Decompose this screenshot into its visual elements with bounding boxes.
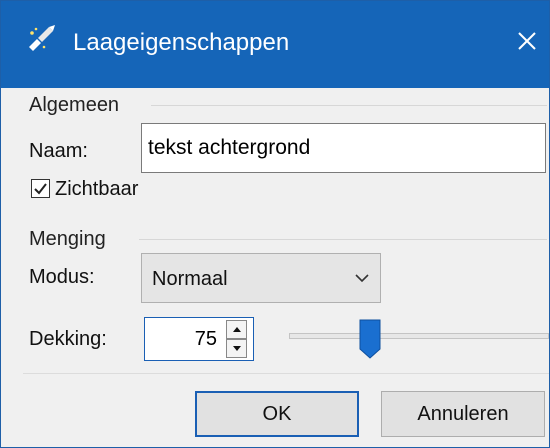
- chevron-down-icon: [355, 274, 369, 283]
- opacity-increment-button[interactable]: [226, 320, 247, 339]
- blending-section-divider: [139, 239, 547, 240]
- opacity-value: 75: [194, 328, 217, 350]
- button-row-divider: [23, 373, 549, 374]
- close-button[interactable]: [509, 21, 545, 61]
- mode-label: Modus:: [29, 266, 95, 288]
- visible-checkbox[interactable]: [31, 179, 50, 198]
- dialog-title: Laageigenschappen: [73, 29, 290, 56]
- general-section-divider: [151, 105, 547, 106]
- blending-section-label: Menging: [29, 228, 106, 250]
- ok-button[interactable]: OK: [195, 391, 359, 437]
- visible-label[interactable]: Zichtbaar: [55, 177, 138, 201]
- close-icon: [518, 32, 536, 50]
- title-bar[interactable]: Laageigenschappen: [1, 1, 549, 88]
- opacity-spinbox[interactable]: 75: [144, 317, 254, 361]
- opacity-label: Dekking:: [29, 328, 107, 350]
- opacity-decrement-button[interactable]: [226, 339, 247, 358]
- arrow-down-icon: [232, 346, 241, 351]
- arrow-up-icon: [232, 327, 241, 332]
- opacity-slider-thumb[interactable]: [359, 319, 381, 359]
- checkmark-icon: [34, 183, 47, 195]
- cancel-button[interactable]: Annuleren: [381, 391, 545, 437]
- opacity-slider-track[interactable]: [289, 333, 549, 339]
- general-section-label: Algemeen: [29, 94, 120, 116]
- mode-selected-value: Normaal: [152, 268, 228, 290]
- layer-properties-icon: [29, 25, 55, 51]
- layer-properties-dialog: Laageigenschappen Algemeen Naam: tekst a…: [0, 0, 550, 448]
- name-input[interactable]: tekst achtergrond: [141, 123, 546, 173]
- name-label: Naam:: [29, 140, 88, 162]
- mode-select[interactable]: Normaal: [141, 253, 381, 303]
